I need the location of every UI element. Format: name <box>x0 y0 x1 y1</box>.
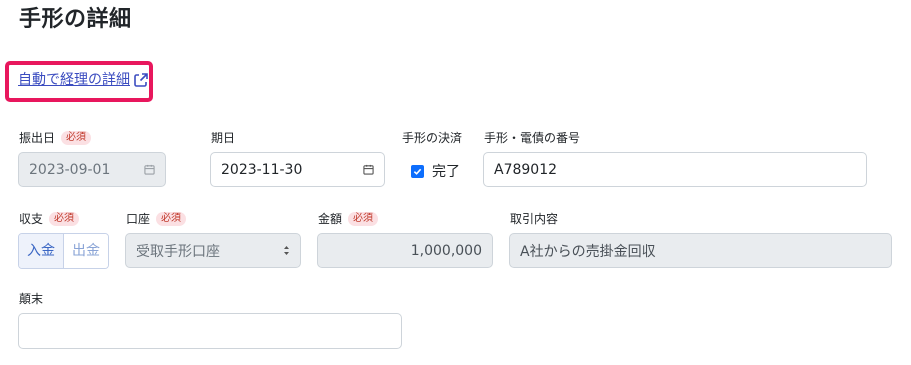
issue-date-label-text: 振出日 <box>19 131 56 145</box>
due-date-input[interactable]: 2023-11-30 <box>210 152 385 187</box>
required-badge: 必須 <box>49 212 80 226</box>
due-date-label-text: 期日 <box>211 131 236 145</box>
issue-date-value: 2023-09-01 <box>29 161 111 178</box>
amount-value: 1,000,000 <box>410 242 482 259</box>
link-label: 自動で経理の詳細 <box>18 72 130 88</box>
transaction-label-text: 取引内容 <box>510 212 559 226</box>
bill-number-label: 手形・電債の番号 <box>484 130 580 146</box>
select-arrows-icon <box>284 246 289 255</box>
account-value: 受取手形口座 <box>136 243 220 260</box>
transaction-input[interactable]: A社からの売掛金回収 <box>509 233 892 268</box>
issue-date-label: 振出日 必須 <box>19 130 92 146</box>
income-option[interactable]: 入金 <box>19 234 64 268</box>
amount-input[interactable]: 1,000,000 <box>317 233 493 268</box>
amount-label-text: 金額 <box>318 212 343 226</box>
account-select[interactable]: 受取手形口座 <box>125 233 301 268</box>
settlement-checkbox[interactable] <box>411 164 424 178</box>
expense-option[interactable]: 出金 <box>64 234 108 268</box>
page-title: 手形の詳細 <box>19 7 132 32</box>
calendar-icon <box>144 164 155 175</box>
account-label: 口座 必須 <box>126 211 187 227</box>
required-badge: 必須 <box>61 131 92 145</box>
settlement-label: 手形の決済 <box>402 130 462 146</box>
bill-number-value: A789012 <box>494 161 558 178</box>
bill-number-label-text: 手形・電債の番号 <box>484 131 581 145</box>
issue-date-input[interactable]: 2023-09-01 <box>18 152 166 187</box>
amount-label: 金額 必須 <box>318 211 379 227</box>
transaction-value: A社からの売掛金回収 <box>520 243 656 260</box>
income-expense-label-text: 収支 <box>19 212 44 226</box>
settlement-checkbox-label: 完了 <box>432 164 460 180</box>
settlement-checkbox-group[interactable]: 完了 <box>411 161 460 181</box>
income-expense-toggle[interactable]: 入金 出金 <box>18 233 109 269</box>
notes-input[interactable] <box>18 313 402 349</box>
due-date-label: 期日 <box>211 130 235 146</box>
required-badge: 必須 <box>348 212 379 226</box>
due-date-value: 2023-11-30 <box>221 161 303 178</box>
account-label-text: 口座 <box>126 212 151 226</box>
notes-label: 顛末 <box>19 291 43 307</box>
bill-number-input[interactable]: A789012 <box>483 152 867 187</box>
income-expense-label: 収支 必須 <box>19 211 80 227</box>
calendar-icon[interactable] <box>363 164 374 175</box>
auto-accounting-details-link[interactable]: 自動で経理の詳細 <box>18 70 149 90</box>
check-icon <box>413 168 422 175</box>
external-link-icon <box>134 73 148 87</box>
notes-label-text: 顛末 <box>19 292 44 306</box>
transaction-label: 取引内容 <box>510 211 558 227</box>
required-badge: 必須 <box>156 212 187 226</box>
settlement-label-text: 手形の決済 <box>402 131 463 145</box>
